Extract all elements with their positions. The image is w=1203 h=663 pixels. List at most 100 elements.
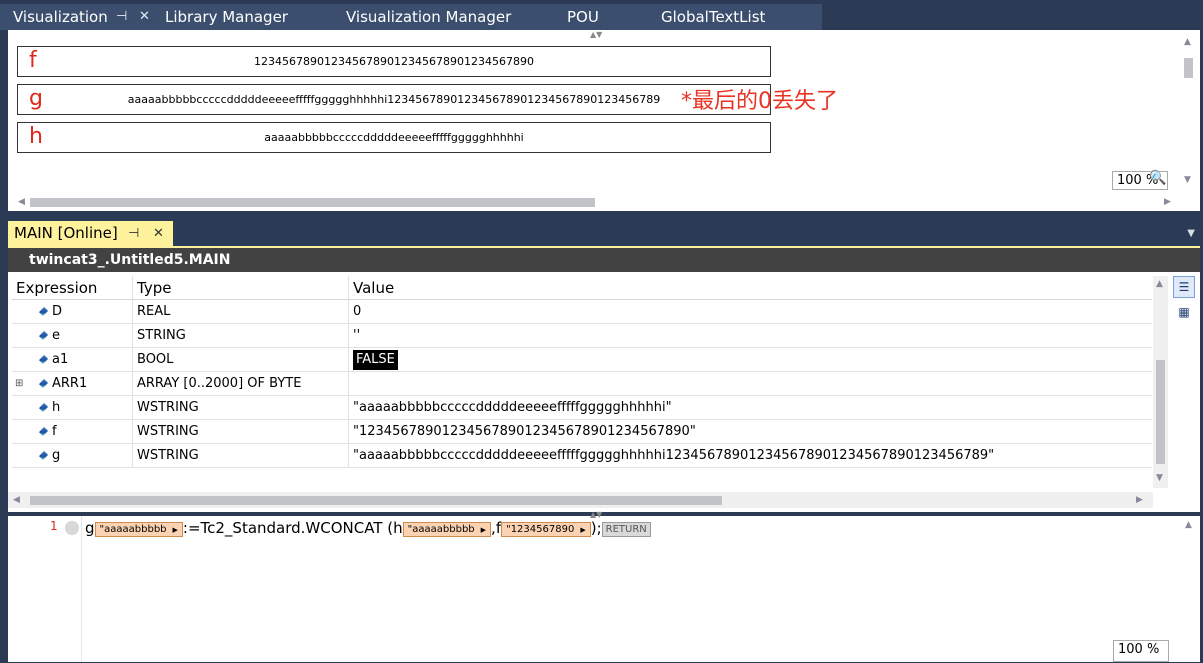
scroll-thumb[interactable]	[30, 198, 595, 207]
scroll-right-icon[interactable]: ▶	[1164, 198, 1171, 207]
text-field-f[interactable]: f 12345678901234567890123456789012345678…	[17, 46, 771, 77]
value-cell[interactable]	[349, 372, 1152, 396]
scroll-thumb[interactable]	[30, 496, 722, 505]
inline-monitor-g[interactable]: "aaaaabbbbb ▶	[94, 522, 183, 537]
tab-label: POU	[567, 8, 599, 26]
expand-arrow-icon[interactable]: ▶	[580, 526, 585, 534]
visualization-editor[interactable]: ▲▼ f 12345678901234567890123456789012345…	[8, 30, 1200, 211]
scroll-thumb[interactable]	[1156, 360, 1165, 464]
zoom-magnifier-icon[interactable]: 🔍	[1149, 170, 1166, 187]
expand-arrow-icon[interactable]: ▶	[481, 526, 486, 534]
inline-monitor-f[interactable]: "1234567890 ▶	[501, 522, 591, 537]
table-header: Expression Type Value	[12, 276, 1152, 300]
tab-label: Library Manager	[165, 8, 288, 26]
field-value: aaaaabbbbbcccccdddddeeeeefffffggggghhhhh…	[127, 93, 661, 106]
table-row[interactable]: D REAL 0	[12, 300, 1152, 324]
tab-visualization[interactable]: Visualization ⊣ ✕	[0, 4, 160, 30]
tab-visualization-manager[interactable]: Visualization Manager	[333, 4, 554, 30]
value-cell[interactable]: "123456789012345678901234567890123456789…	[349, 420, 1152, 444]
expression-cell: D	[12, 300, 133, 324]
type-cell: STRING	[133, 324, 349, 348]
inline-monitor-h[interactable]: "aaaaabbbbb ▶	[402, 522, 492, 537]
expression-cell: h	[12, 396, 133, 420]
table-row[interactable]: a1 BOOL FALSE	[12, 348, 1152, 372]
watch-view-toolbar: ☰ ▦	[1171, 274, 1197, 326]
tab-library-manager[interactable]: Library Manager	[152, 4, 333, 30]
variable-icon	[38, 306, 49, 317]
column-header-type[interactable]: Type	[133, 276, 349, 300]
expression-text: e	[52, 328, 60, 343]
expression-cell: ⊞ ARR1	[12, 372, 133, 396]
value-cell[interactable]: "aaaaabbbbbcccccdddddeeeeefffffggggghhhh…	[349, 444, 1152, 468]
tab-globaltextlist[interactable]: GlobalTextList	[648, 4, 822, 30]
scroll-up-icon[interactable]: ▲	[1156, 280, 1163, 289]
close-icon[interactable]: ✕	[153, 221, 164, 246]
line-gutter: 1	[8, 516, 82, 662]
expression-text: h	[52, 400, 61, 415]
column-header-expression[interactable]: Expression	[12, 276, 133, 300]
expand-icon[interactable]: ⊞	[15, 372, 23, 396]
variable-icon	[38, 378, 49, 389]
vertical-scrollbar[interactable]: ▲	[1183, 521, 1197, 646]
document-tab-bar: Visualization ⊣ ✕ Library Manager Visual…	[0, 0, 1203, 30]
vertical-scrollbar[interactable]: ▲ ▼	[1153, 276, 1168, 488]
pin-icon[interactable]: ⊣	[128, 221, 139, 246]
tab-main-online[interactable]: MAIN [Online] ⊣ ✕	[8, 221, 173, 246]
value-cell[interactable]: ''	[349, 324, 1152, 348]
table-row[interactable]: f WSTRING "12345678901234567890123456789…	[12, 420, 1152, 444]
table-row[interactable]: e STRING ''	[12, 324, 1152, 348]
code-token: g	[85, 519, 95, 537]
tab-pou[interactable]: POU	[554, 4, 648, 30]
expression-text: g	[52, 448, 61, 463]
line-number: 1	[50, 519, 58, 533]
code-editor[interactable]: ▲▼ 1 g "aaaaabbbbb ▶:=Tc2_Standard.WCONCAT…	[8, 510, 1200, 662]
tab-label: Visualization	[13, 8, 108, 26]
expand-arrow-icon[interactable]: ▶	[173, 526, 178, 534]
value-cell[interactable]: FALSE	[349, 348, 1152, 372]
expression-text: ARR1	[52, 376, 88, 391]
scroll-left-icon[interactable]: ◀	[18, 198, 25, 207]
value-cell[interactable]: "aaaaabbbbbcccccdddddeeeeefffffggggghhhh…	[349, 396, 1152, 420]
table-row[interactable]: ⊞ ARR1 ARRAY [0..2000] OF BYTE	[12, 372, 1152, 396]
type-cell: BOOL	[133, 348, 349, 372]
zoom-control[interactable]: 100 % 🔍	[1112, 170, 1168, 190]
splitter-grip-icon[interactable]: ▲▼	[590, 30, 602, 39]
scroll-thumb[interactable]	[1184, 58, 1193, 78]
column-header-value[interactable]: Value	[349, 276, 1152, 300]
close-icon[interactable]: ✕	[139, 4, 150, 30]
scroll-up-icon[interactable]: ▲	[1184, 38, 1191, 47]
grid-view-icon[interactable]: ▦	[1173, 301, 1195, 323]
return-marker: RETURN	[601, 522, 651, 537]
scroll-right-icon[interactable]: ▶	[1136, 496, 1143, 505]
vertical-scrollbar[interactable]: ▲ ▼	[1182, 38, 1196, 188]
scroll-left-icon[interactable]: ◀	[13, 496, 20, 505]
code-line[interactable]: g "aaaaabbbbb ▶:=Tc2_Standard.WCONCAT (h "a…	[85, 518, 651, 538]
table-row[interactable]: h WSTRING "aaaaabbbbbcccccdddddeeeeeffff…	[12, 396, 1152, 420]
scroll-up-icon[interactable]: ▲	[1185, 521, 1192, 530]
selected-value[interactable]: FALSE	[353, 350, 398, 370]
breakpoint-marker-icon[interactable]	[65, 521, 79, 535]
code-token: h	[393, 519, 403, 537]
scroll-down-icon[interactable]: ▼	[1156, 474, 1163, 483]
zoom-control[interactable]: 100 %	[1113, 640, 1169, 662]
scroll-down-icon[interactable]: ▼	[1184, 176, 1191, 185]
horizontal-scrollbar[interactable]: ◀ ▶	[16, 196, 1176, 208]
text-field-g[interactable]: g aaaaabbbbbcccccdddddeeeeefffffggggghhh…	[17, 84, 771, 115]
chevron-down-icon[interactable]: ▼	[1187, 228, 1195, 239]
type-cell: ARRAY [0..2000] OF BYTE	[133, 372, 349, 396]
table-row[interactable]: g WSTRING "aaaaabbbbbcccccdddddeeeeeffff…	[12, 444, 1152, 468]
text-field-h[interactable]: h aaaaabbbbbcccccdddddeeeeefffffggggghhh…	[17, 122, 771, 153]
type-cell: REAL	[133, 300, 349, 324]
watch-table: Expression Type Value D REAL 0 e STRING …	[12, 276, 1152, 468]
horizontal-scrollbar[interactable]: ◀ ▶	[8, 492, 1153, 508]
type-cell: WSTRING	[133, 420, 349, 444]
value-cell[interactable]: 0	[349, 300, 1152, 324]
zoom-value: 100 %	[1118, 642, 1160, 657]
expression-cell: g	[12, 444, 133, 468]
list-view-icon[interactable]: ☰	[1173, 276, 1195, 298]
expression-text: D	[52, 304, 63, 319]
pin-icon[interactable]: ⊣	[116, 4, 127, 30]
type-cell: WSTRING	[133, 444, 349, 468]
inline-value: "1234567890	[506, 524, 575, 535]
field-value: aaaaabbbbbcccccdddddeeeeefffffggggghhhhh…	[264, 131, 524, 144]
